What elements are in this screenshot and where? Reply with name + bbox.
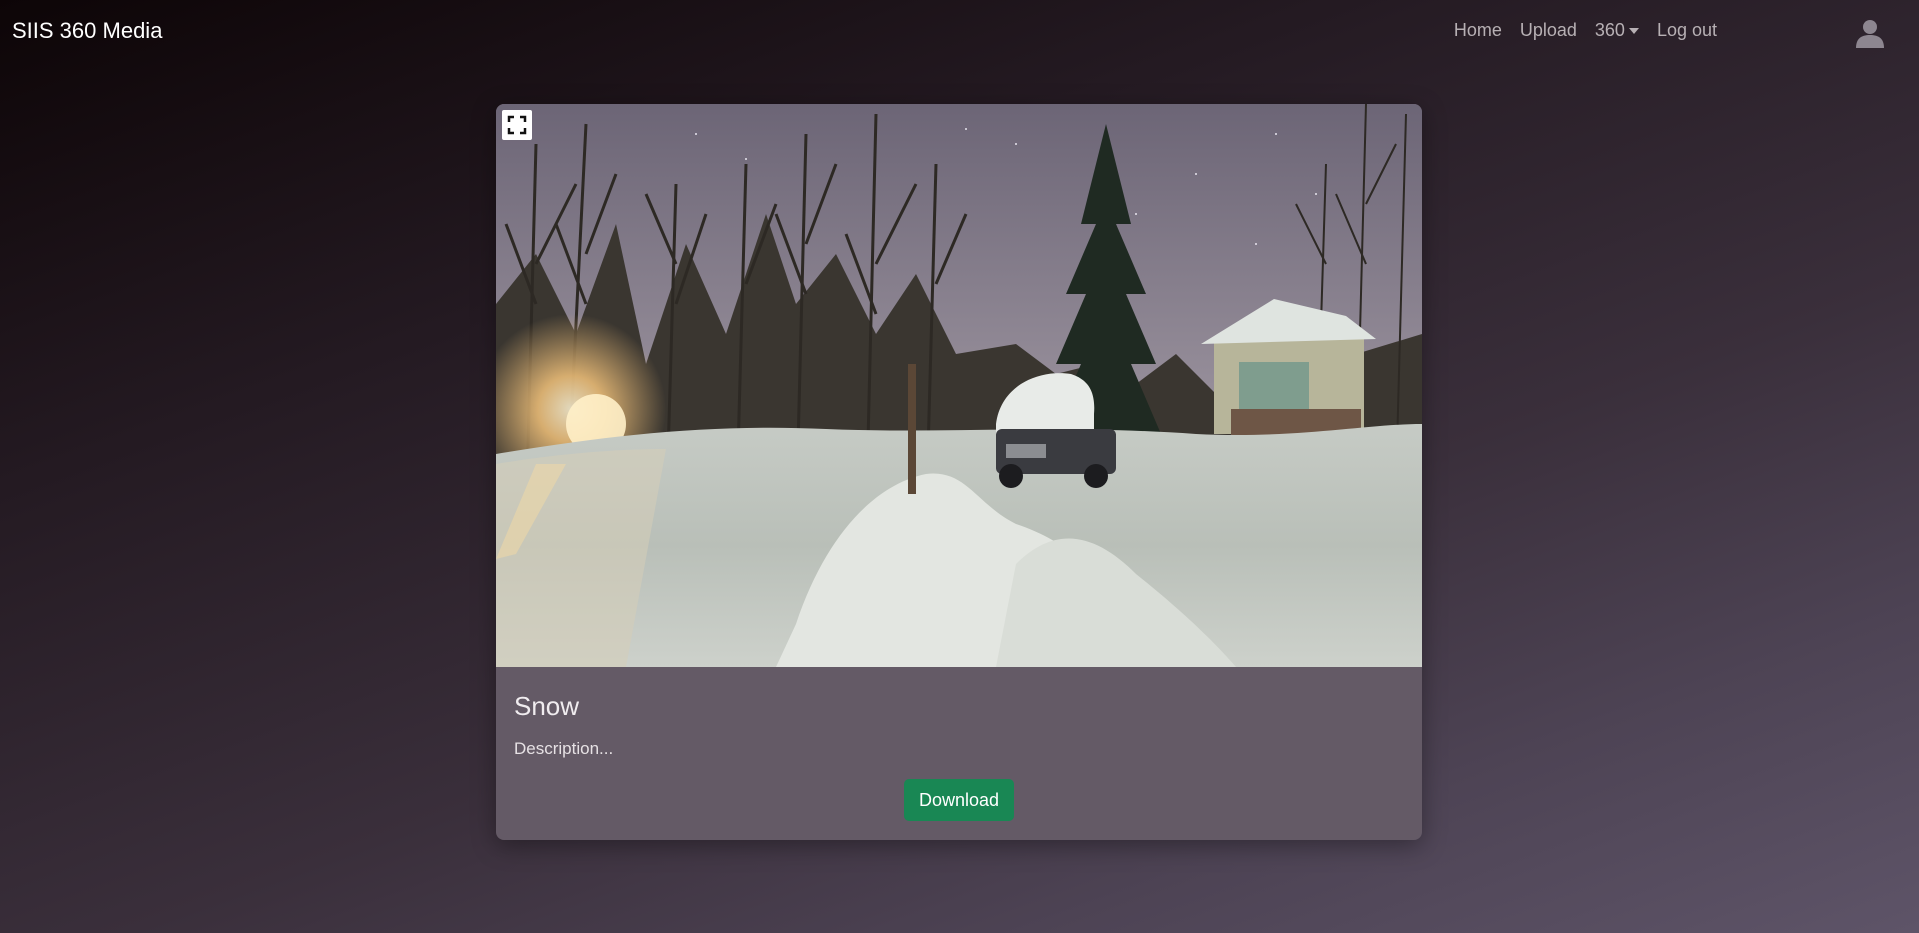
nav-logout-link[interactable]: Log out [1648, 20, 1726, 41]
nav-home-link[interactable]: Home [1445, 20, 1511, 41]
nav-360-dropdown[interactable]: 360 [1586, 20, 1648, 41]
nav-links: Home Upload 360 Log out [1445, 20, 1726, 41]
fullscreen-icon[interactable] [502, 110, 532, 140]
brand-link[interactable]: SIIS 360 Media [12, 18, 162, 44]
media-title: Snow [514, 691, 580, 721]
download-button[interactable]: Download [904, 779, 1014, 821]
caret-down-icon [1628, 27, 1639, 34]
media-description: Description... [514, 739, 614, 758]
nav-360-label: 360 [1594, 20, 1625, 40]
panorama-image [496, 104, 1422, 667]
media-card: Snow Description... Download [496, 104, 1422, 840]
navbar: SIIS 360 Media Home Upload 360 Log out [0, 0, 1919, 64]
user-icon[interactable] [1855, 18, 1885, 48]
panorama-viewer[interactable] [496, 104, 1422, 667]
nav-upload-link[interactable]: Upload [1511, 20, 1586, 41]
card-body: Snow Description... Download [496, 667, 1422, 840]
